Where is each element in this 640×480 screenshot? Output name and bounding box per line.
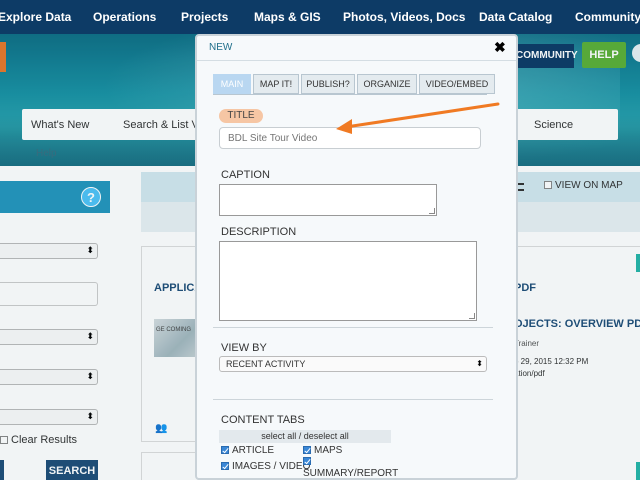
checkbox-checked-icon	[303, 457, 311, 465]
resize-grip-icon[interactable]	[469, 313, 475, 319]
checkbox-checked-icon	[303, 446, 311, 454]
checkbox-wrap	[303, 456, 314, 467]
top-navigation: Explore Data Operations Projects Maps & …	[0, 0, 640, 34]
content-tab-maps-label: MAPS	[314, 445, 343, 456]
content-tab-images-video[interactable]: IMAGES / VIDEO	[221, 461, 310, 472]
description-label: DESCRIPTION	[221, 226, 297, 238]
resize-grip-icon[interactable]	[429, 208, 435, 214]
tab-map-it[interactable]: MAP IT!	[253, 74, 299, 94]
content-tab-article-label: ARTICLE	[232, 445, 275, 456]
select-arrows-icon: ⬍	[476, 359, 483, 368]
section-divider	[213, 399, 493, 400]
modal-title: NEW	[209, 42, 233, 53]
select-all-link[interactable]: select all / deselect all	[219, 430, 391, 443]
section-divider	[213, 327, 493, 328]
nav-operations[interactable]: Operations	[93, 10, 156, 24]
title-label: TITLE	[219, 109, 263, 123]
close-icon[interactable]: ✖	[494, 39, 506, 56]
nav-data-catalog[interactable]: Data Catalog	[479, 10, 552, 24]
content-tab-maps[interactable]: MAPS	[303, 445, 342, 456]
view-by-label: VIEW BY	[221, 342, 267, 354]
modal-header-divider	[197, 60, 516, 61]
checkbox-checked-icon	[221, 462, 229, 470]
content-tab-summary-report[interactable]: SUMMARY/REPORT	[303, 456, 399, 479]
description-textarea[interactable]	[219, 241, 477, 321]
content-tab-article[interactable]: ARTICLE	[221, 445, 274, 456]
content-tab-summary-report-label: SUMMARY/REPORT	[303, 468, 399, 479]
content-tabs-label: CONTENT TABS	[221, 414, 305, 426]
annotation-arrow-icon	[336, 102, 500, 134]
tab-video-embed[interactable]: VIDEO/EMBED	[419, 74, 495, 94]
nav-explore-data[interactable]: Explore Data	[0, 10, 71, 24]
view-by-value: RECENT ACTIVITY	[226, 359, 306, 369]
tab-main[interactable]: MAIN	[213, 74, 251, 94]
nav-photos-videos-docs[interactable]: Photos, Videos, Docs	[343, 10, 465, 24]
nav-maps-gis[interactable]: Maps & GIS	[254, 10, 321, 24]
tabs-underline	[213, 94, 487, 95]
content-tab-images-video-label: IMAGES / VIDEO	[232, 461, 311, 472]
tab-organize[interactable]: ORGANIZE	[357, 74, 417, 94]
caption-label: CAPTION	[221, 169, 270, 181]
nav-community[interactable]: Community	[575, 10, 640, 24]
view-by-select[interactable]: RECENT ACTIVITY ⬍	[219, 356, 487, 372]
caption-textarea[interactable]	[219, 184, 437, 216]
checkbox-checked-icon	[221, 446, 229, 454]
tab-publish[interactable]: PUBLISH?	[301, 74, 355, 94]
nav-projects[interactable]: Projects	[181, 10, 228, 24]
